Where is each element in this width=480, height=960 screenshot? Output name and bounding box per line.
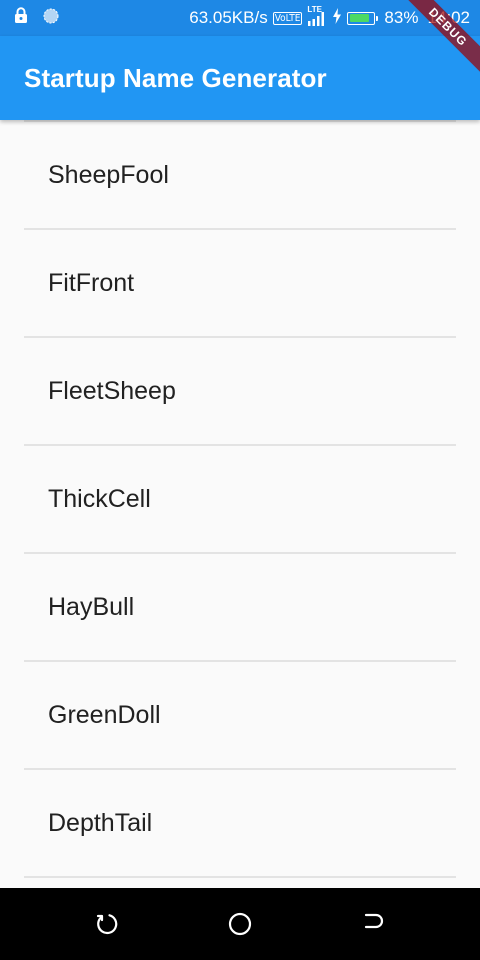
battery-icon (347, 11, 379, 25)
battery-fill (349, 14, 369, 22)
list-item[interactable]: ThickCell (0, 446, 480, 552)
list-item[interactable]: FleetSheep (0, 338, 480, 444)
list-item-label: FleetSheep (48, 376, 176, 405)
app-screen: 63.05KB/s VoLTE LTE 83% 14:02 Startup Na… (0, 0, 480, 960)
lte-signal-icon: LTE (307, 6, 327, 29)
app-title: Startup Name Generator (24, 62, 327, 93)
battery-percent: 83% (384, 8, 419, 27)
list-divider (24, 876, 456, 878)
status-bar: 63.05KB/s VoLTE LTE 83% 14:02 (0, 0, 480, 36)
home-icon (228, 912, 252, 936)
list-item[interactable]: GreenDoll (0, 662, 480, 768)
list-item-label: FitFront (48, 268, 135, 297)
list-item-label: HayBull (48, 592, 135, 621)
system-nav-bar (0, 888, 480, 960)
list-item-label: GreenDoll (48, 700, 161, 729)
list-item[interactable]: SheepFool (0, 122, 480, 228)
status-bar-left (14, 7, 60, 30)
battery-tip (375, 15, 379, 21)
sync-icon (42, 7, 60, 30)
list-item-label: ThickCell (48, 484, 151, 513)
app-bar: Startup Name Generator (0, 36, 480, 120)
list-item-label: SheepFool (48, 160, 169, 189)
status-bar-right: 63.05KB/s VoLTE LTE 83% 14:02 (189, 6, 470, 29)
clock: 14:02 (427, 8, 470, 27)
list-item[interactable]: FitFront (0, 230, 480, 336)
network-speed: 63.05KB/s (189, 8, 268, 27)
list-item[interactable]: HayBull (0, 554, 480, 660)
back-button[interactable] (353, 904, 393, 944)
back-icon (365, 913, 384, 929)
recent-apps-icon (96, 914, 117, 935)
recent-apps-button[interactable] (87, 904, 127, 944)
name-list[interactable]: SheepFool FitFront FleetSheep ThickCell … (0, 120, 480, 888)
list-item-label: DepthTail (48, 808, 153, 837)
volte-badge: VoLTE (272, 11, 303, 25)
charging-icon (332, 7, 342, 29)
lock-icon (14, 7, 28, 29)
list-item[interactable]: DepthTail (0, 770, 480, 876)
home-button[interactable] (220, 904, 260, 944)
